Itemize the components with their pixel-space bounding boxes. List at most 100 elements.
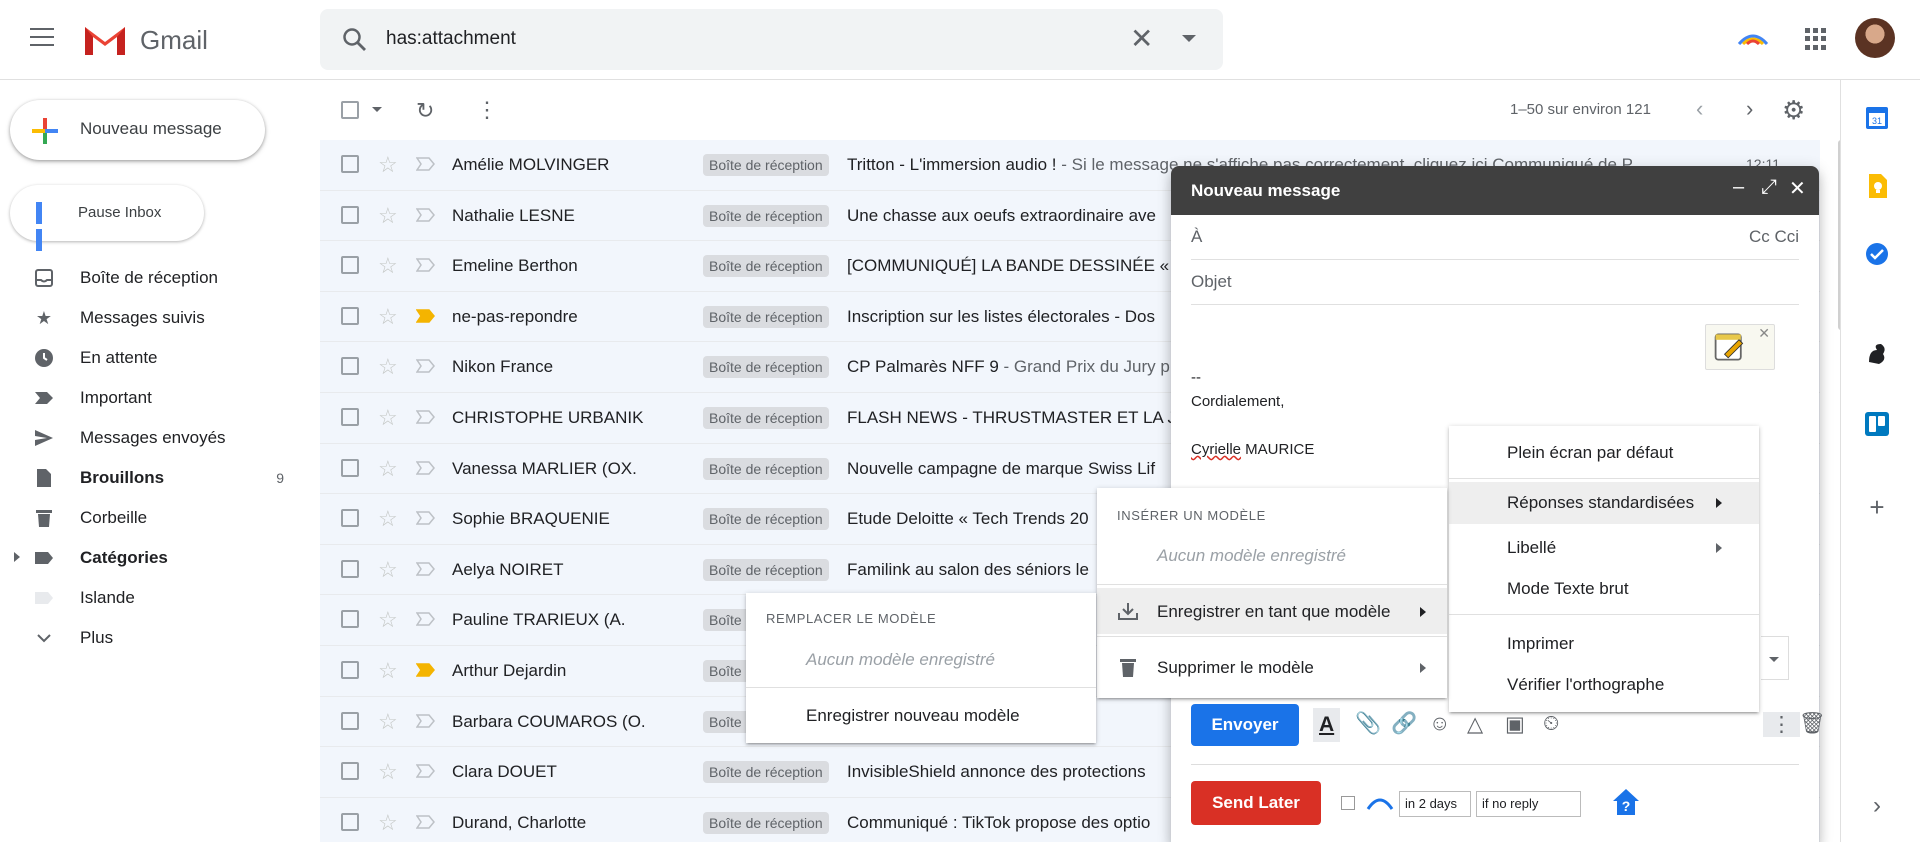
formatting-icon[interactable]: A [1313, 708, 1341, 742]
star-icon[interactable]: ☆ [378, 304, 398, 330]
fullscreen-icon[interactable]: ⤢ [1761, 176, 1777, 199]
expand-arrow-icon[interactable] [14, 552, 20, 562]
send-button[interactable]: Envoyer [1191, 704, 1299, 746]
clear-search-icon[interactable]: ✕ [1130, 25, 1153, 53]
row-checkbox[interactable] [341, 458, 359, 477]
link-icon[interactable]: 🔗 [1391, 712, 1417, 736]
star-icon[interactable]: ☆ [378, 810, 398, 836]
sidebar-item-sent[interactable]: Messages envoyés [0, 418, 300, 458]
sidebar-item-trash[interactable]: Corbeille [0, 498, 300, 538]
email-label-chip[interactable]: Boîte de réception [703, 204, 829, 227]
star-icon[interactable]: ☆ [378, 759, 398, 785]
notes-widget[interactable]: ✕ [1705, 324, 1775, 370]
row-checkbox[interactable] [341, 256, 359, 275]
prev-page-icon[interactable]: ‹ [1696, 96, 1703, 122]
important-marker-icon[interactable] [416, 612, 436, 627]
star-icon[interactable]: ☆ [378, 203, 398, 229]
menu-item-save-as-template[interactable]: Enregistrer en tant que modèle [1157, 602, 1390, 622]
important-marker-icon[interactable] [416, 713, 436, 728]
important-marker-icon[interactable] [416, 157, 436, 171]
row-checkbox[interactable] [341, 660, 359, 679]
discard-draft-icon[interactable]: 🗑 [1799, 712, 1826, 736]
select-all-checkbox[interactable] [341, 101, 359, 119]
star-icon[interactable]: ☆ [378, 456, 398, 482]
send-later-when-select[interactable]: in 2 days [1399, 791, 1471, 817]
row-checkbox[interactable] [341, 306, 359, 325]
emoji-icon[interactable]: ☺ [1429, 712, 1450, 736]
important-marker-icon[interactable] [416, 663, 436, 677]
sidebar-item-important[interactable]: Important [0, 378, 300, 418]
search-icon[interactable] [342, 27, 368, 53]
apps-grid-icon[interactable] [1805, 28, 1827, 50]
star-icon[interactable]: ☆ [378, 253, 398, 279]
refresh-icon[interactable]: ↻ [416, 98, 434, 124]
search-options-icon[interactable] [1182, 35, 1196, 42]
send-later-condition-select[interactable]: if no reply [1476, 791, 1581, 817]
important-marker-icon[interactable] [416, 258, 436, 272]
drive-icon[interactable]: △ [1467, 712, 1483, 737]
star-icon[interactable]: ☆ [378, 152, 398, 178]
important-marker-icon[interactable] [416, 359, 436, 374]
important-marker-icon[interactable] [416, 410, 436, 424]
email-label-chip[interactable]: Boîte de réception [703, 406, 829, 429]
confidential-icon[interactable]: ⏲ [1543, 712, 1559, 736]
important-marker-icon[interactable] [416, 764, 436, 778]
email-label-chip[interactable]: Boîte de réception [703, 811, 829, 834]
search-bar[interactable]: has:attachment ✕ [320, 9, 1223, 70]
send-later-checkbox[interactable] [1341, 796, 1355, 810]
photo-icon[interactable]: ▣ [1505, 712, 1525, 737]
keep-icon[interactable] [1863, 172, 1891, 200]
email-label-chip[interactable]: Boîte de réception [703, 761, 829, 784]
sidebar-item-categories[interactable]: Catégories [0, 538, 300, 578]
signature-block[interactable]: -- Cordialement, Cyrielle MAURICE [1191, 366, 1314, 462]
close-icon[interactable]: ✕ [1789, 176, 1806, 201]
email-label-chip[interactable]: Boîte de réception [703, 558, 829, 581]
close-note-icon[interactable]: ✕ [1758, 325, 1770, 342]
star-icon[interactable]: ☆ [378, 607, 398, 633]
important-marker-icon[interactable] [416, 460, 436, 475]
menu-item-print[interactable]: Imprimer [1507, 634, 1574, 654]
sidebar-item-snoozed[interactable]: En attente [0, 338, 300, 378]
sidebar-item-more[interactable]: Plus [0, 618, 300, 658]
sidebar-item-starred[interactable]: ★ Messages suivis [0, 298, 300, 338]
important-marker-icon[interactable] [416, 511, 436, 525]
help-icon[interactable]: ? [1611, 787, 1641, 817]
important-marker-icon[interactable] [416, 562, 436, 576]
tasks-icon[interactable] [1863, 240, 1891, 268]
email-label-chip[interactable]: Boîte de réception [703, 356, 829, 379]
email-label-chip[interactable]: Boîte de réception [703, 508, 829, 531]
star-icon[interactable]: ☆ [378, 506, 398, 532]
search-input[interactable]: has:attachment [386, 28, 516, 50]
compose-button[interactable]: Nouveau message [10, 100, 265, 160]
email-label-chip[interactable]: Boîte de réception [703, 154, 829, 176]
to-field[interactable]: À Cc Cci [1191, 215, 1799, 260]
menu-item-delete-template[interactable]: Supprimer le modèle [1157, 658, 1314, 678]
cc-bcc-link[interactable]: Cc Cci [1749, 227, 1799, 247]
star-icon[interactable]: ☆ [378, 709, 398, 735]
attach-icon[interactable]: 📎 [1355, 712, 1381, 736]
important-marker-icon[interactable] [416, 309, 436, 323]
star-icon[interactable]: ☆ [378, 405, 398, 431]
next-page-icon[interactable]: › [1746, 96, 1753, 122]
star-icon[interactable]: ☆ [378, 354, 398, 380]
sidebar-item-inbox[interactable]: Boîte de réception [0, 258, 300, 298]
add-addon-icon[interactable]: + [1863, 492, 1891, 522]
row-checkbox[interactable] [341, 610, 359, 629]
row-checkbox[interactable] [341, 762, 359, 781]
menu-item-label[interactable]: Libellé [1507, 538, 1556, 558]
squirrel-icon[interactable] [1863, 340, 1891, 368]
sidebar-item-drafts[interactable]: Brouillons 9 [0, 458, 300, 498]
trello-icon[interactable] [1863, 410, 1891, 438]
extension-rainbow-icon[interactable] [1737, 30, 1769, 46]
minimize-icon[interactable]: – [1733, 176, 1744, 199]
pause-inbox-button[interactable]: Pause Inbox [10, 185, 204, 251]
row-checkbox[interactable] [341, 205, 359, 224]
star-icon[interactable]: ☆ [378, 658, 398, 684]
menu-item-canned-responses[interactable]: Réponses standardisées [1507, 493, 1694, 513]
row-checkbox[interactable] [341, 407, 359, 426]
row-checkbox[interactable] [341, 711, 359, 730]
row-checkbox[interactable] [341, 357, 359, 376]
email-label-chip[interactable]: Boîte de réception [703, 305, 829, 328]
row-checkbox[interactable] [341, 559, 359, 578]
compose-dropdown-stub[interactable] [1761, 636, 1789, 680]
